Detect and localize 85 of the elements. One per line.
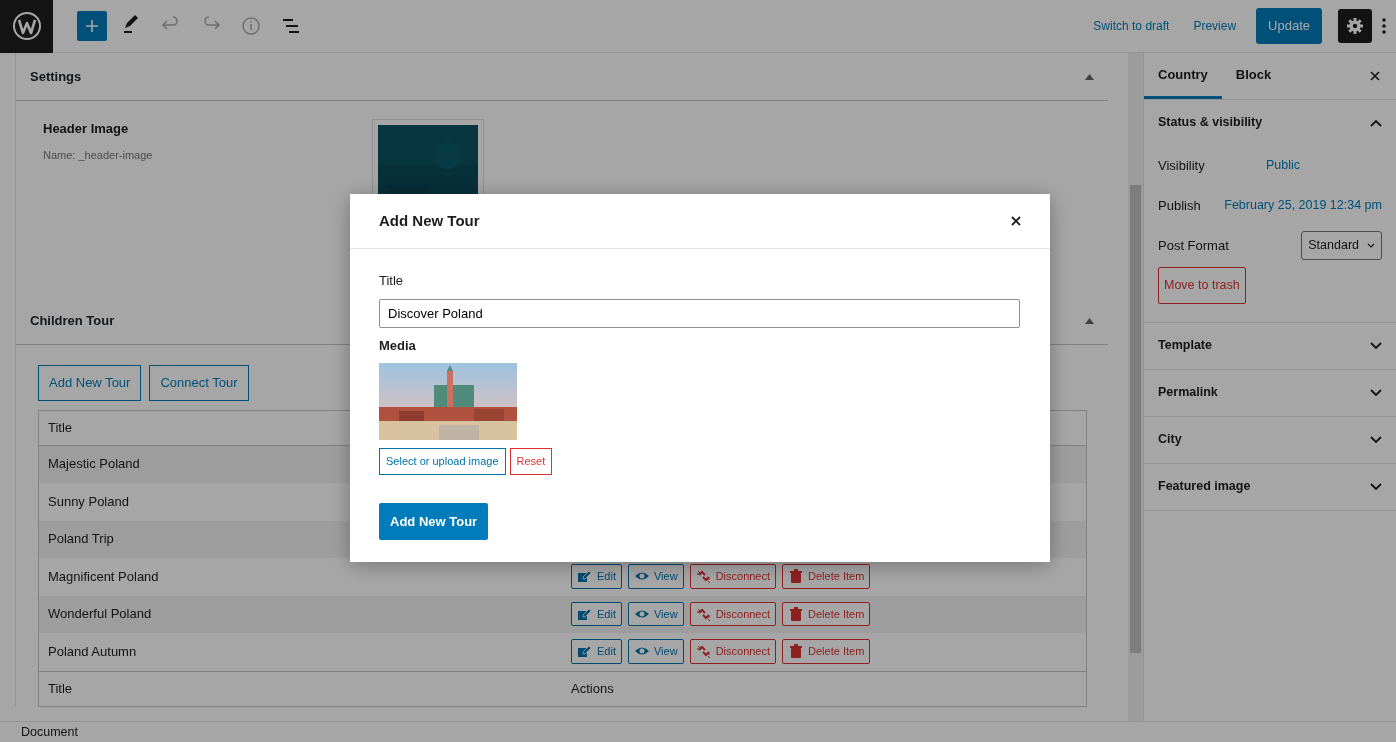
column-header: Title: [47, 418, 74, 437]
collapse-icon[interactable]: [1085, 317, 1094, 324]
reset-button[interactable]: Reset: [509, 448, 553, 475]
panel-title: Featured image: [1158, 478, 1251, 496]
add-block-button[interactable]: [77, 11, 107, 41]
wordpress-logo-icon[interactable]: [11, 11, 42, 41]
close-icon[interactable]: [1370, 70, 1380, 81]
edit-button[interactable]: Edit: [571, 639, 622, 664]
trash-icon: [788, 644, 805, 659]
scrollbar[interactable]: [1128, 53, 1143, 721]
field-label: Publish: [1158, 196, 1202, 215]
update-button[interactable]: Update: [1256, 8, 1322, 44]
chevron-down-icon[interactable]: [1370, 435, 1382, 444]
panel-title: Status & visibility: [1158, 114, 1263, 132]
trash-icon: [788, 606, 805, 621]
status-bar-label: Document: [0, 721, 1396, 742]
broken-link-icon: [695, 606, 712, 621]
preview-link[interactable]: Preview: [1185, 11, 1245, 41]
trash-icon: [788, 569, 805, 584]
broken-link-icon: [695, 569, 712, 584]
chevron-down-icon[interactable]: [1370, 388, 1382, 397]
edit-icon: [577, 606, 593, 621]
panel-title: City: [1158, 431, 1182, 449]
field-label: Header Image: [43, 120, 130, 138]
chevron-down-icon[interactable]: [1370, 482, 1382, 491]
disconnect-button[interactable]: Disconnect: [689, 564, 777, 589]
collapse-icon[interactable]: [1085, 73, 1094, 80]
table-cell: Sunny Poland: [48, 493, 129, 509]
panel-title: Children Tour: [30, 311, 115, 330]
view-button[interactable]: View: [627, 564, 684, 589]
table-cell: Majestic Poland: [48, 456, 140, 471]
upload-image-button[interactable]: Select or upload image: [379, 448, 506, 475]
connect-tour-button[interactable]: Connect Tour: [149, 365, 249, 401]
panel-title: Settings: [30, 67, 82, 86]
view-button[interactable]: View: [627, 601, 684, 626]
modal-title: Add New Tour: [379, 210, 480, 231]
sidebar-tab[interactable]: Block: [1221, 53, 1286, 99]
close-icon[interactable]: [1011, 216, 1021, 226]
format-select[interactable]: Standard: [1301, 231, 1382, 260]
panel-header[interactable]: Permalink: [1144, 369, 1396, 416]
panel-header[interactable]: Featured image: [1144, 463, 1396, 510]
plus-icon: [85, 19, 99, 33]
chevron-down-icon[interactable]: [1370, 341, 1382, 350]
field-label: Title: [379, 272, 405, 290]
edit-button[interactable]: Edit: [571, 564, 622, 589]
move-to-trash-button[interactable]: Move to trash: [1158, 267, 1246, 304]
delete-item-button[interactable]: Delete Item: [782, 601, 871, 626]
panel-header[interactable]: City: [1144, 416, 1396, 463]
field-label: Post Format: [1158, 236, 1230, 255]
submit-button[interactable]: Add New Tour: [379, 502, 489, 540]
view-button[interactable]: View: [627, 639, 684, 664]
disconnect-button[interactable]: Disconnect: [689, 601, 777, 626]
table-cell: Poland Autumn: [48, 643, 137, 659]
broken-link-icon: [695, 644, 712, 659]
settings-icon: [1346, 17, 1364, 35]
column-header: Actions: [570, 679, 614, 698]
panel-header[interactable]: Template: [1144, 322, 1396, 369]
table-cell: Wonderful Poland: [48, 606, 152, 621]
field-label: Media: [379, 336, 417, 355]
field-label: Visibility: [1158, 156, 1206, 175]
value-link[interactable]: Public: [1266, 156, 1301, 175]
edit-icon: [577, 644, 593, 659]
edit-button[interactable]: Edit: [571, 601, 622, 626]
table-cell: Magnificent Poland: [48, 568, 159, 584]
settings-button[interactable]: [1338, 9, 1372, 43]
table-cell: Poland Trip: [48, 531, 114, 546]
column-header: Title: [47, 679, 74, 698]
chevron-down-icon: [1367, 243, 1375, 248]
value-link[interactable]: February 25, 2019 12:34 pm: [1224, 196, 1382, 215]
disconnect-button[interactable]: Disconnect: [689, 639, 777, 664]
scrollbar-thumb[interactable]: [1130, 185, 1141, 653]
add-new-tour-button[interactable]: Add New Tour: [38, 365, 142, 401]
panel-header[interactable]: Status & visibility: [1144, 99, 1396, 146]
panel-title: Permalink: [1158, 384, 1218, 402]
delete-item-button[interactable]: Delete Item: [782, 639, 871, 664]
chevron-up-icon[interactable]: [1370, 118, 1382, 127]
edit-icon: [577, 569, 593, 584]
switch-to-draft-link[interactable]: Switch to draft: [1085, 11, 1178, 41]
delete-item-button[interactable]: Delete Item: [782, 564, 871, 589]
more-options-icon[interactable]: [1380, 16, 1388, 36]
sidebar-tab[interactable]: Country: [1144, 53, 1222, 99]
field-note: Name: _header-image: [43, 147, 153, 163]
panel-header[interactable]: Settings: [16, 53, 1108, 101]
panel-title: Template: [1158, 337, 1212, 355]
title-input[interactable]: Discover Poland: [379, 298, 1020, 328]
